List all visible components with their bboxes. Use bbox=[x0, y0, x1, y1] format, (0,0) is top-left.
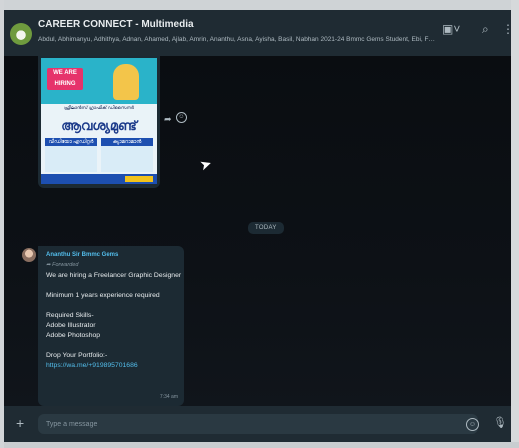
poster-headline: ആവശ്യമുണ്ട് bbox=[61, 118, 137, 133]
forwarded-text: Forwarded bbox=[52, 262, 79, 268]
message-composer: + ☺ 🎙 bbox=[4, 406, 511, 442]
poster-column-right-title: ക്യാമറാമാൻ bbox=[101, 138, 153, 146]
message-line-5: Adobe Photoshop bbox=[46, 332, 101, 339]
chat-header[interactable]: CAREER CONNECT - Multimedia Abdul, Abhim… bbox=[4, 10, 511, 56]
date-divider: TODAY bbox=[248, 222, 284, 234]
message-sender[interactable]: Ananthu Sir Bmmc Gems bbox=[46, 252, 118, 258]
mic-icon[interactable]: 🎙 bbox=[493, 416, 507, 429]
monitor-frame-top bbox=[0, 0, 519, 10]
message-input[interactable] bbox=[38, 414, 478, 434]
reaction-icon[interactable]: ☺ bbox=[176, 112, 187, 123]
monitor-frame-right bbox=[511, 0, 519, 448]
message-line-4: Adobe Illustrator bbox=[46, 322, 96, 329]
message-list[interactable]: WE ARE HIRING ഫ്രീലാൻസ് ഗ്രാഫിക് ഡിസൈനർ … bbox=[4, 56, 511, 406]
poster-column-right-body bbox=[101, 146, 153, 150]
mouse-cursor-icon: ➤ bbox=[197, 154, 214, 174]
monitor-frame-bottom bbox=[0, 442, 519, 448]
message-time: 7:34 am bbox=[159, 394, 178, 400]
message-line-1: We are hiring a Freelancer Graphic Desig… bbox=[46, 272, 182, 279]
group-members[interactable]: Abdul, Abhimanyu, Adhithya, Adnan, Ahame… bbox=[38, 36, 438, 43]
portfolio-link[interactable]: https://wa.me/+919895701686 bbox=[46, 362, 138, 369]
group-avatar[interactable] bbox=[10, 23, 32, 45]
poster-badge: WE ARE HIRING bbox=[47, 68, 83, 90]
plus-icon[interactable]: + bbox=[16, 415, 24, 431]
emoji-icon[interactable]: ☺ bbox=[466, 418, 479, 431]
image-message[interactable]: WE ARE HIRING ഫ്രീലാൻസ് ഗ്രാഫിക് ഡിസൈനർ … bbox=[38, 56, 160, 188]
poster-illustration bbox=[113, 64, 139, 100]
poster-column-left-title: വീഡിയോ എഡിറ്റർ bbox=[45, 138, 97, 146]
text-message[interactable]: Ananthu Sir Bmmc Gems ➦ Forwarded We are… bbox=[38, 246, 184, 406]
message-line-2: Minimum 1 years experience required bbox=[46, 292, 160, 299]
poster-contact-strip bbox=[125, 176, 153, 182]
hiring-poster-image[interactable]: WE ARE HIRING ഫ്രീലാൻസ് ഗ്രാഫിക് ഡിസൈനർ … bbox=[41, 58, 157, 184]
forward-icon[interactable]: ➦ bbox=[164, 114, 172, 125]
video-icon[interactable]: ▣˅ bbox=[442, 22, 460, 36]
poster-column-right: ക്യാമറാമാൻ bbox=[101, 138, 153, 172]
sender-avatar[interactable] bbox=[22, 248, 36, 262]
poster-column-left-body bbox=[45, 146, 97, 150]
menu-icon[interactable]: ⋮ bbox=[502, 22, 511, 36]
group-title[interactable]: CAREER CONNECT - Multimedia bbox=[38, 19, 194, 30]
whatsapp-web-window: CAREER CONNECT - Multimedia Abdul, Abhim… bbox=[4, 10, 511, 442]
poster-subtitle: ഫ്രീലാൻസ് ഗ്രാഫിക് ഡിസൈനർ bbox=[64, 105, 134, 110]
message-line-3: Required Skills- bbox=[46, 312, 94, 319]
search-icon[interactable]: ⌕ bbox=[482, 22, 489, 37]
poster-column-left: വീഡിയോ എഡിറ്റർ bbox=[45, 138, 97, 172]
forwarded-label: ➦ Forwarded bbox=[46, 262, 79, 268]
message-line-6: Drop Your Portfolio:- bbox=[46, 352, 108, 359]
